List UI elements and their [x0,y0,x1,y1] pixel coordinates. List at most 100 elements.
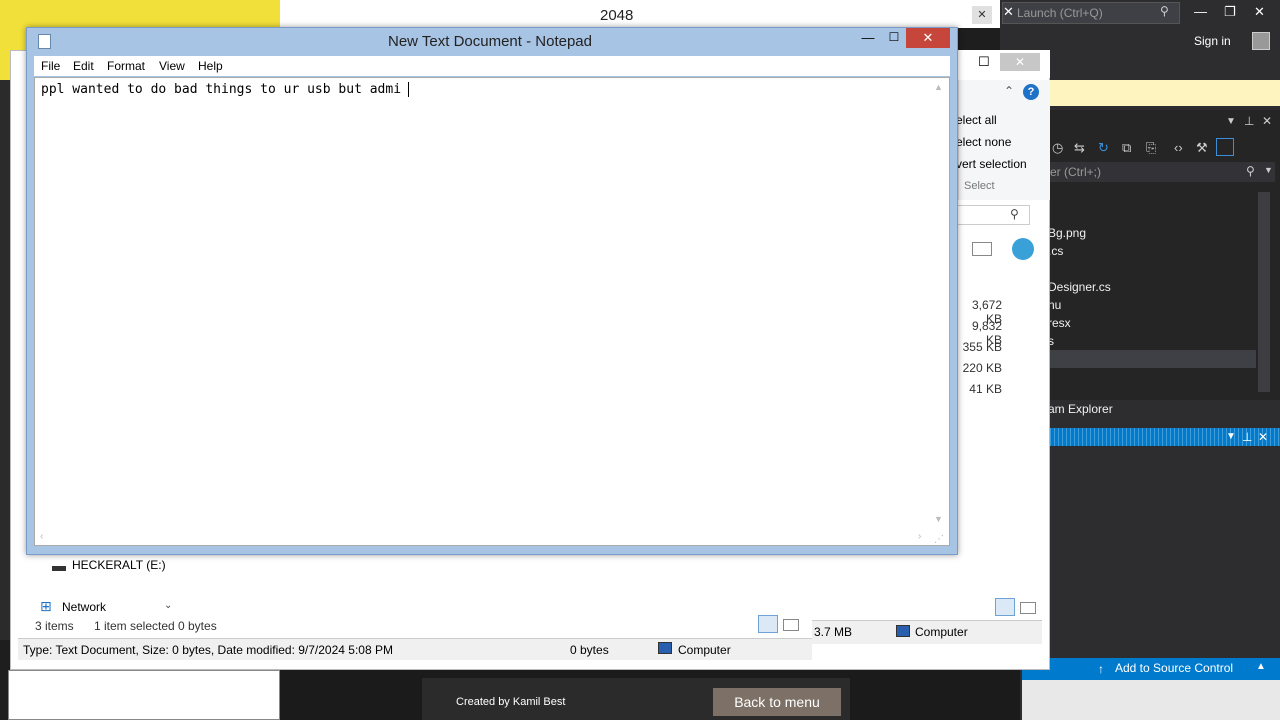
search-icon[interactable]: ⚲ [1010,207,1019,221]
pin-icon[interactable]: ⊥ [1244,114,1254,128]
horizontal-scrollbar[interactable] [35,530,931,545]
add-to-source-control[interactable]: Add to Source Control [1115,661,1233,675]
network-icon: ⊞ [40,598,52,614]
menu-format[interactable]: Format [107,59,145,73]
chevron-up-icon[interactable]: ⌃ [1004,84,1014,98]
selected-row [1050,350,1256,368]
game-title-bar [280,0,1000,28]
file-details: Type: Text Document, Size: 0 bytes, Date… [23,643,393,657]
back-to-menu-button[interactable]: Back to menu [713,688,841,716]
credit-text: Created by Kamil Best [456,696,566,708]
document-text[interactable]: ppl wanted to do bad things to ur usb bu… [41,82,401,97]
minimize-button[interactable]: — [858,30,878,46]
file-size-detail: 0 bytes [570,643,609,657]
solution-item[interactable]: Designer.cs [1048,280,1111,294]
invert-selection-button[interactable]: vert selection [956,157,1027,171]
chevron-down-icon[interactable]: ▼ [1226,431,1236,442]
avatar[interactable] [1252,32,1270,50]
scrollbar[interactable] [1258,192,1270,392]
pin-icon[interactable]: ⊥ [1242,430,1252,444]
background-window [8,670,280,720]
solution-item[interactable]: nu [1048,298,1061,312]
share-icon[interactable] [1012,238,1034,260]
chevron-down-icon[interactable]: ▼ [1264,165,1273,175]
notepad-icon[interactable] [38,34,51,49]
computer-icon [658,642,672,654]
menu-file[interactable]: File [41,59,60,73]
wrench-icon[interactable]: ⚒ [1196,140,1208,156]
game-close-button[interactable]: ✕ [972,6,992,24]
large-icons-view-icon[interactable] [1020,602,1036,614]
file-size: 355 KB [962,340,1002,354]
history-icon[interactable]: ◷ [1052,140,1063,156]
refresh-icon[interactable]: ↻ [1098,140,1109,156]
scroll-up-icon[interactable]: ▲ [934,82,943,92]
help-icon[interactable]: ? [1023,84,1039,100]
computer-icon [896,625,910,637]
location-label: Computer [915,625,968,639]
nav-item-drive[interactable]: HECKERALT (E:) [72,558,166,572]
pane-header: ▼ ⊥ ✕ [1050,112,1280,132]
maximize-button[interactable]: ☐ [978,54,990,70]
copy-icon[interactable]: ⎘ [1146,140,1156,156]
pane-toolbar: ◷ ⇆ ↻ ⧉ ⎘ ‹› ⚒ [1050,136,1280,160]
sign-in-link[interactable]: Sign in [1194,34,1231,48]
restore-button[interactable]: ❐ [1224,4,1236,20]
large-icons-view-icon[interactable] [783,619,799,631]
close-icon[interactable]: ✕ [1003,4,1014,20]
minimize-button[interactable]: — [1194,4,1207,19]
search-icon[interactable]: ⚲ [1246,164,1255,178]
menu-edit[interactable]: Edit [73,59,94,73]
text-caret [408,82,409,97]
resize-grip-icon[interactable]: ⋰ [934,534,944,545]
maximize-button[interactable]: ☐ [884,30,904,46]
selected-size: 0 bytes [178,619,217,633]
chevron-down-icon[interactable]: ⌄ [164,600,172,611]
scroll-down-icon[interactable]: ▼ [934,514,943,524]
collapse-icon[interactable]: ⧉ [1122,140,1131,156]
solution-search-input[interactable]: er (Ctrl+;) ⚲ ▼ [1050,162,1275,182]
sync-icon[interactable]: ⇆ [1074,140,1085,156]
explorer-close-button[interactable]: ✕ [1000,53,1040,71]
vertical-scrollbar[interactable] [930,78,948,530]
menu-help[interactable]: Help [198,59,223,73]
preview-pane-icon[interactable] [972,242,992,256]
text-editor[interactable] [34,77,950,546]
close-button[interactable]: ✕ [906,28,950,48]
select-all-button[interactable]: elect all [956,113,997,127]
solution-item[interactable]: Bg.png [1048,226,1086,240]
total-size: 3.7 MB [814,625,853,639]
ribbon-group-label: Select [964,180,995,192]
chevron-up-icon[interactable]: ▲ [1256,661,1266,672]
scroll-left-icon[interactable]: ‹ [40,531,43,542]
chevron-down-icon[interactable]: ▼ [1226,116,1236,127]
file-size: 41 KB [969,382,1002,396]
close-icon[interactable]: ✕ [1262,114,1272,128]
solution-item[interactable]: resx [1048,316,1071,330]
close-icon[interactable]: ✕ [1258,430,1268,444]
close-button[interactable]: ✕ [1254,4,1265,20]
details-view-icon[interactable] [758,615,778,633]
preview-icon[interactable] [1216,138,1234,156]
details-view-icon[interactable] [995,598,1015,616]
selected-count: 1 item selected [94,619,175,633]
location-label: Computer [678,643,731,657]
drive-icon [52,566,66,571]
game-title: 2048 [600,7,634,24]
select-none-button[interactable]: elect none [956,135,1011,149]
file-size: 220 KB [962,361,1002,375]
scroll-right-icon[interactable]: › [918,531,921,542]
solution-item[interactable]: .cs [1048,244,1063,258]
window-title: New Text Document - Notepad [388,33,592,50]
explorer-search-input[interactable] [956,205,1030,225]
item-count: 3 items [35,619,74,633]
background-sketch [1022,680,1280,720]
code-icon[interactable]: ‹› [1174,140,1183,155]
info-bar [1050,80,1280,106]
nav-item-network[interactable]: Network [62,600,106,614]
search-icon[interactable]: ⚲ [1160,4,1169,18]
arrow-up-icon: ↑ [1098,662,1104,676]
team-explorer-tab[interactable]: am Explorer [1048,402,1113,416]
menu-view[interactable]: View [159,59,185,73]
quick-launch-input[interactable]: Launch (Ctrl+Q) [1002,2,1180,24]
